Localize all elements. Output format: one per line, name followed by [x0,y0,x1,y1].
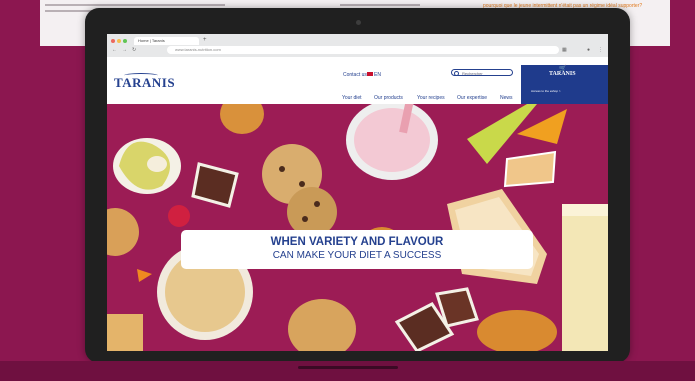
webcam-icon [356,20,361,25]
browser-menu-icon[interactable]: ⋮ [598,47,603,53]
search-input[interactable]: Rechercher [451,69,513,76]
forward-button[interactable]: → [122,47,127,53]
search-placeholder: Rechercher [462,71,483,76]
extensions-icon[interactable]: ▦ [562,47,567,53]
nav-your-recipes[interactable]: Your recipes [417,95,445,101]
nav-your-diet[interactable]: Your diet [342,95,362,101]
uk-flag-icon [367,72,373,76]
laptop-notch [298,366,398,369]
close-window-icon[interactable] [111,39,115,43]
cake-image [503,150,557,188]
hero-banner: WHEN VARIETY AND FLAVOUR CAN MAKE YOUR D… [181,230,533,269]
browser-chrome: Home | Taranis + ← → ↻ www.taranis-nutri… [107,34,608,57]
nav-our-expertise[interactable]: Our expertise [457,95,487,101]
eshop-link[interactable]: Access to the eshop > [531,89,561,93]
back-button[interactable]: ← [112,47,117,53]
milk-glass-image [562,204,608,351]
nav-news[interactable]: News [500,95,513,101]
cookie-image [262,144,337,237]
reload-button[interactable]: ↻ [132,47,136,53]
new-tab-button[interactable]: + [203,37,207,44]
doc-text-line [45,4,225,6]
hero-subtitle: CAN MAKE YOUR DIET A SUCCESS [272,250,442,261]
pear-image [113,138,181,194]
address-bar[interactable]: www.taranis-nutrition.com [167,46,559,54]
orange-slice-image [137,269,152,282]
browser-tab[interactable]: Home | Taranis [134,37,199,45]
contact-link[interactable]: Contact us [343,72,367,78]
cookie-image [288,299,356,351]
biscuit-image [107,208,139,256]
profile-icon[interactable]: ● [587,47,590,53]
maximize-window-icon[interactable] [123,39,127,43]
nav-our-products[interactable]: Our products [374,95,403,101]
eshop-promo[interactable]: 🛒 TARANIS Access to the eshop > [521,65,608,104]
language-selector[interactable]: EN [374,72,381,78]
chocolate-image [191,162,239,208]
laptop-screen: Home | Taranis + ← → ↻ www.taranis-nutri… [107,34,608,351]
hero-section: WHEN VARIETY AND FLAVOUR CAN MAKE YOUR D… [107,104,608,351]
milkshake-image [346,104,438,180]
taranis-logo[interactable]: TARANIS [114,75,175,91]
hero-title: WHEN VARIETY AND FLAVOUR [270,236,444,248]
hero-food-illustration [107,104,608,351]
raspberry-image [168,205,190,227]
laptop-base [0,361,695,381]
search-icon [454,71,459,76]
biscuit-image [107,314,143,351]
promo-logo: TARANIS [549,71,576,77]
site-header: TARANIS Contact us EN Rechercher Your di… [107,57,608,104]
muffin-image [220,104,264,134]
croissant-image [477,310,557,351]
doc-text-line [340,4,420,6]
minimize-window-icon[interactable] [117,39,121,43]
